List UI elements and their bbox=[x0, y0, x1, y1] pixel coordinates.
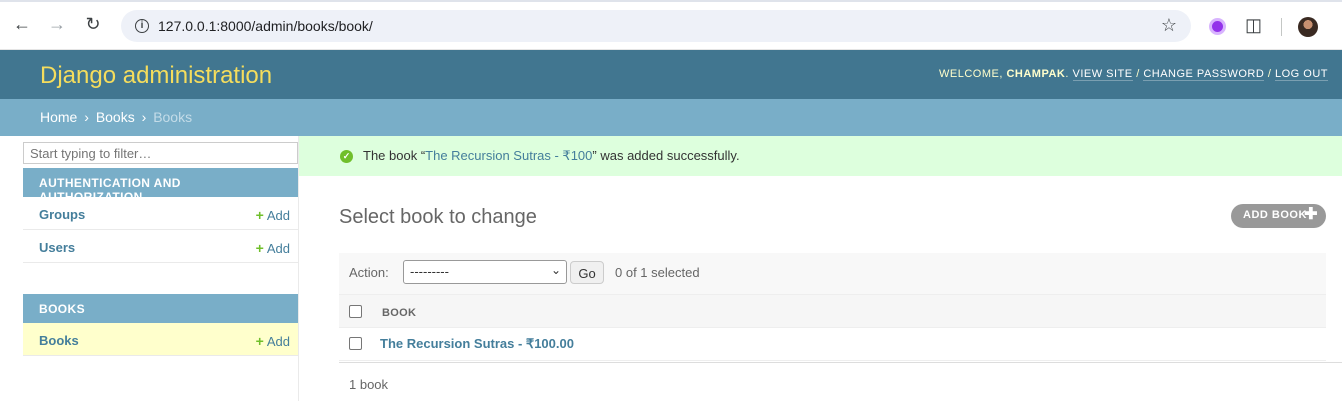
address-url[interactable]: 127.0.0.1:8000/admin/books/book/ bbox=[158, 18, 373, 34]
add-user-link[interactable]: + Add bbox=[256, 240, 290, 256]
user-tools-separator: / bbox=[1267, 68, 1272, 80]
change-password-link[interactable]: Change password bbox=[1143, 68, 1265, 81]
sidebar-item-books: Books + Add bbox=[23, 323, 298, 356]
add-group-link[interactable]: + Add bbox=[256, 207, 290, 223]
view-site-link[interactable]: View site bbox=[1072, 68, 1133, 81]
breadcrumb: Home › Books › Books bbox=[0, 99, 1342, 136]
add-book-link[interactable]: + Add bbox=[256, 333, 290, 349]
action-select[interactable]: --------- ⌄ bbox=[403, 260, 567, 284]
user-tools: Welcome, Champak. View site / Change pas… bbox=[939, 68, 1328, 81]
breadcrumb-home[interactable]: Home bbox=[40, 109, 77, 125]
column-header-book[interactable]: Book bbox=[382, 307, 416, 319]
browser-toolbar: ← → ↻ i 127.0.0.1:8000/admin/books/book/… bbox=[0, 2, 1342, 50]
module-caption-books[interactable]: Books bbox=[23, 294, 298, 323]
nav-filter-input[interactable] bbox=[23, 142, 298, 164]
user-tools-separator: / bbox=[1136, 68, 1140, 80]
add-label: Add bbox=[266, 334, 290, 349]
success-check-icon: ✓ bbox=[340, 150, 353, 163]
forward-icon[interactable]: → bbox=[47, 14, 67, 34]
breadcrumb-current: Books bbox=[153, 109, 193, 125]
sidebar-item-groups: Groups + Add bbox=[23, 197, 298, 230]
profile-avatar[interactable] bbox=[1298, 17, 1318, 37]
actions-bar: Action: --------- ⌄ Go 0 of 1 selected bbox=[339, 253, 1326, 294]
reload-icon[interactable]: ↻ bbox=[83, 14, 103, 34]
plus-icon: + bbox=[255, 240, 264, 256]
sidebar-item-users: Users + Add bbox=[23, 230, 298, 263]
sidebar-item-books-link[interactable]: Books bbox=[39, 333, 79, 348]
message-object-link[interactable]: The Recursion Sutras - ₹100 bbox=[425, 148, 592, 163]
plus-icon: + bbox=[255, 333, 264, 349]
plus-icon: + bbox=[255, 207, 264, 223]
paginator: 1 book bbox=[339, 362, 1342, 401]
action-label: Action: bbox=[349, 265, 389, 280]
log-out-link[interactable]: Log out bbox=[1274, 68, 1328, 81]
breadcrumb-separator: › bbox=[141, 109, 147, 125]
puzzle-icon[interactable]: ◫ bbox=[1245, 15, 1262, 36]
welcome-text: Welcome, bbox=[939, 68, 1003, 80]
table-row: The Recursion Sutras - ₹100.00 bbox=[339, 328, 1326, 361]
action-selected-value: --------- bbox=[410, 264, 449, 279]
extension-icon[interactable] bbox=[1209, 18, 1226, 35]
select-all-checkbox[interactable] bbox=[349, 305, 362, 318]
row-checkbox[interactable] bbox=[349, 337, 362, 350]
selected-counter: 0 of 1 selected bbox=[615, 265, 700, 280]
sidebar-item-users-link[interactable]: Users bbox=[39, 240, 75, 255]
breadcrumb-app[interactable]: Books bbox=[96, 109, 135, 125]
site-branding[interactable]: Django administration bbox=[40, 62, 272, 90]
site-info-icon[interactable]: i bbox=[135, 19, 149, 33]
sidebar-item-groups-link[interactable]: Groups bbox=[39, 207, 85, 222]
success-message: ✓ The book “The Recursion Sutras - ₹100”… bbox=[299, 136, 1342, 176]
breadcrumb-separator: › bbox=[84, 109, 89, 125]
results-table-header: Book bbox=[339, 294, 1326, 328]
chevron-down-icon: ⌄ bbox=[550, 263, 561, 277]
plus-icon: ✚ bbox=[1304, 206, 1318, 223]
add-book-button[interactable]: Add book ✚ bbox=[1231, 204, 1326, 228]
page-title: Select book to change bbox=[339, 206, 537, 228]
message-suffix: ” was added successfully. bbox=[592, 148, 740, 163]
toolbar-divider bbox=[1281, 18, 1282, 36]
add-label: Add bbox=[266, 208, 290, 223]
row-book-link[interactable]: The Recursion Sutras - ₹100.00 bbox=[380, 336, 574, 352]
nav-sidebar: Authentication and Authorization Groups … bbox=[22, 136, 299, 401]
add-label: Add bbox=[266, 241, 290, 256]
back-icon[interactable]: ← bbox=[12, 14, 32, 34]
message-prefix: The book “ bbox=[363, 148, 426, 163]
address-bar[interactable]: i 127.0.0.1:8000/admin/books/book/ ☆ bbox=[121, 10, 1191, 42]
admin-header: Django administration Welcome, Champak. … bbox=[0, 50, 1342, 99]
bookmark-star-icon[interactable]: ☆ bbox=[1161, 15, 1177, 36]
go-button[interactable]: Go bbox=[570, 261, 604, 284]
add-book-label: Add book bbox=[1243, 209, 1307, 221]
username: Champak bbox=[1006, 68, 1066, 80]
module-caption-auth[interactable]: Authentication and Authorization bbox=[23, 168, 298, 204]
